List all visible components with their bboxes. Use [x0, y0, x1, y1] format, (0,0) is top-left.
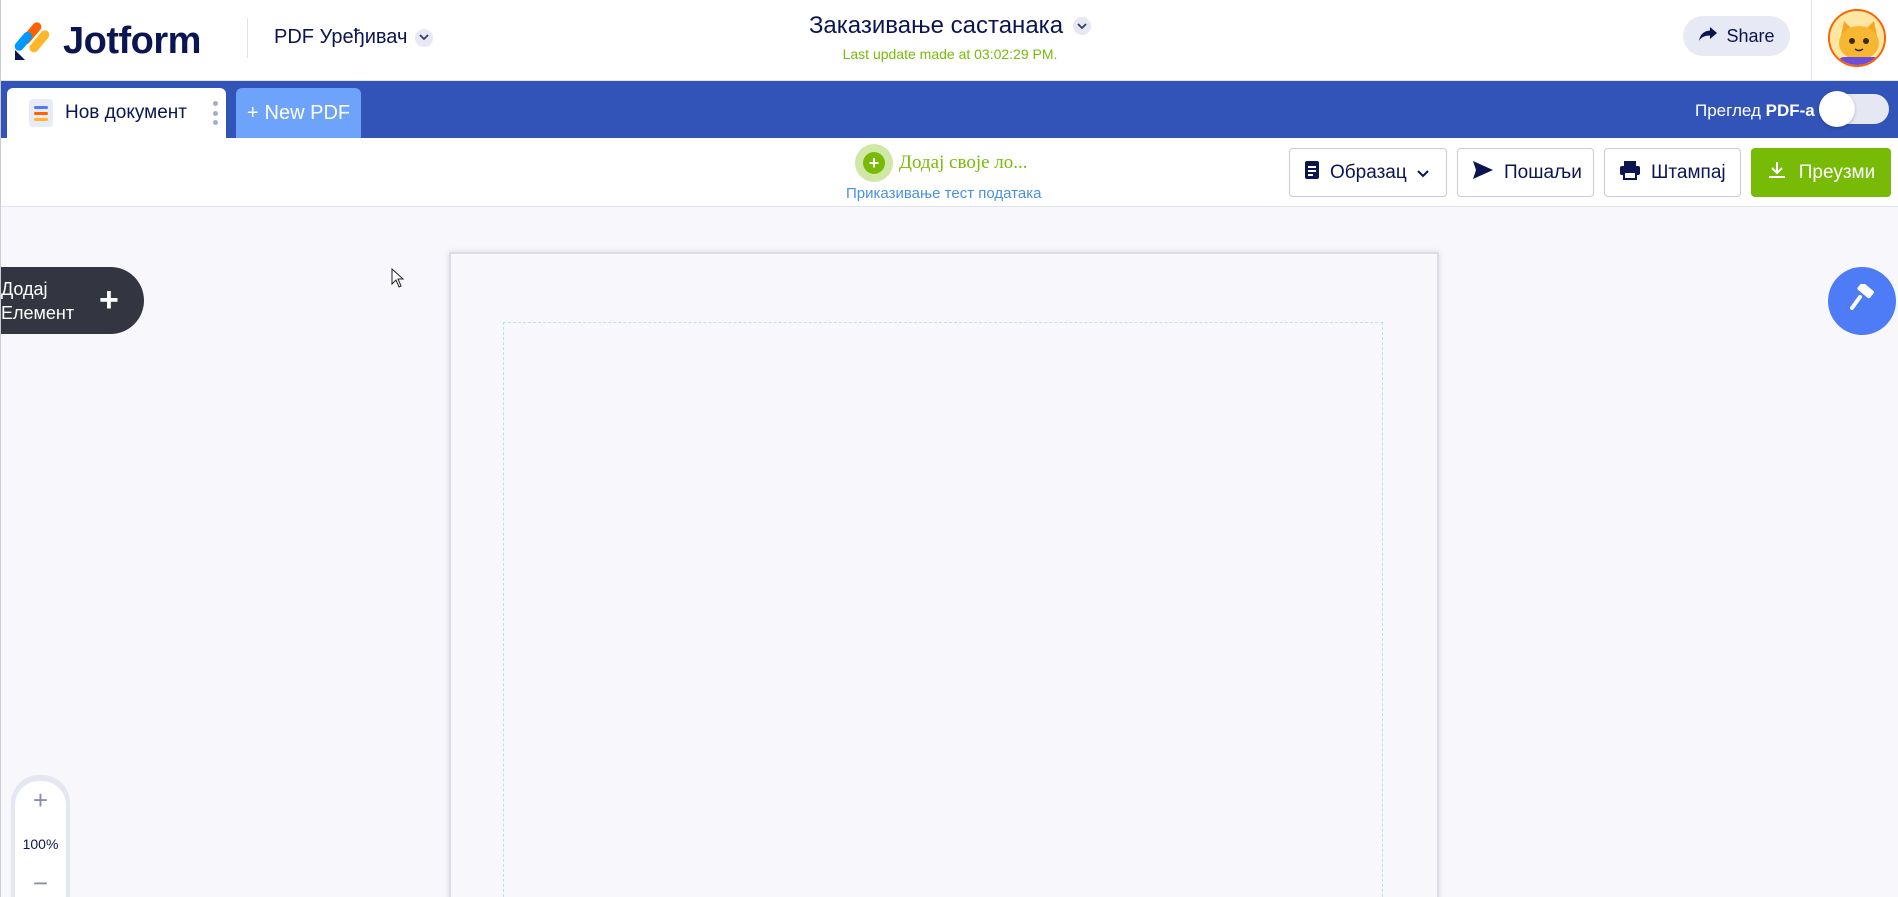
document-title[interactable]: Заказивање састанака	[808, 12, 1092, 40]
document-icon	[29, 99, 53, 127]
top-header: Jotform PDF Уређивач Заказивање састанак…	[1, 0, 1898, 81]
template-dropdown[interactable]: Образац	[1289, 148, 1447, 197]
tab-document[interactable]: Нов документ	[7, 88, 226, 138]
last-update-status: Last update made at 03:02:29 PM.	[842, 46, 1058, 62]
zoom-control: + 100% −	[11, 775, 70, 897]
document-tabbar: Нов документ + New PDF Преглед PDF-а	[1, 81, 1898, 138]
printer-icon	[1619, 160, 1641, 186]
zoom-level: 100%	[22, 836, 59, 852]
pdf-preview-label-text: Преглед	[1695, 101, 1761, 120]
pdf-preview-toggle[interactable]	[1819, 91, 1889, 127]
editor-toolbar: + Додај своје ло... Приказивање тест под…	[1, 138, 1898, 207]
add-element-label: Додај Елемент	[1, 278, 75, 323]
print-label: Штампај	[1651, 161, 1726, 183]
document-title-text: Заказивање састанака	[808, 12, 1064, 39]
chevron-down-icon	[1417, 162, 1429, 184]
share-label: Share	[1726, 25, 1775, 46]
download-button[interactable]: Преузми	[1751, 148, 1891, 197]
page-content-area[interactable]	[503, 322, 1383, 897]
plus-icon: +	[246, 101, 259, 124]
download-label: Преузми	[1798, 161, 1876, 183]
zoom-in-button[interactable]: +	[11, 785, 70, 816]
pdf-page[interactable]	[449, 252, 1439, 897]
avatar[interactable]	[1828, 9, 1886, 67]
toggle-knob	[1819, 91, 1855, 127]
send-label: Пошаљи	[1504, 161, 1582, 183]
add-element-button[interactable]: Додај Елемент +	[1, 267, 144, 334]
kebab-icon[interactable]	[212, 101, 218, 125]
add-logo-button[interactable]: + Додај своје ло...	[855, 144, 1028, 182]
add-logo-label: Додај своје ло...	[899, 152, 1028, 173]
template-label: Образац	[1330, 161, 1407, 183]
form-icon	[1304, 160, 1320, 186]
tab-document-label: Нов документ	[65, 102, 187, 123]
pdf-preview-label-bold: PDF-а	[1765, 101, 1815, 120]
zoom-out-button[interactable]: −	[11, 868, 70, 897]
new-pdf-button[interactable]: + New PDF	[236, 88, 361, 138]
share-button[interactable]: Share	[1683, 16, 1790, 56]
download-icon	[1767, 160, 1787, 186]
add-circle-icon: +	[855, 144, 893, 182]
share-arrow-icon	[1698, 26, 1718, 47]
paint-roller-icon	[1847, 282, 1877, 319]
plus-icon: +	[99, 281, 119, 319]
document-title-block: Заказивање састанака Last update made at…	[1, 12, 1898, 62]
chevron-down-icon[interactable]	[1073, 17, 1092, 35]
header-divider	[1811, 0, 1812, 81]
show-test-data-link[interactable]: Приказивање тест података	[846, 185, 1041, 202]
print-button[interactable]: Штампај	[1604, 148, 1741, 197]
new-pdf-label: New PDF	[264, 101, 351, 124]
mouse-pointer-icon	[391, 267, 405, 293]
paper-plane-icon	[1472, 160, 1494, 186]
paint-roller-button[interactable]	[1828, 267, 1896, 335]
pdf-preview-label: Преглед PDF-а	[1695, 101, 1815, 121]
send-button[interactable]: Пошаљи	[1457, 148, 1594, 197]
